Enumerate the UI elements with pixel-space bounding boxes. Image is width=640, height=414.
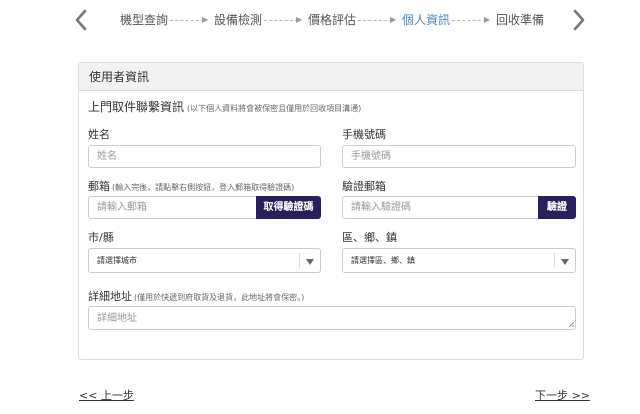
get-code-button[interactable]: 取得驗證碼 [256,196,321,219]
name-input[interactable] [88,145,321,168]
city-label: 市/縣 [88,231,114,244]
verify-button[interactable]: 驗證 [538,196,576,219]
user-info-panel: 使用者資訊 上門取件聯繫資訊 (以下個人資料將會被保密且僅用於回收項目溝通) 姓名… [78,62,584,360]
district-select-value: 請選擇區、鄉、鎮 [351,256,415,265]
email-label: 郵箱 [88,180,110,193]
arrow-right-icon: ▶ [202,15,209,24]
panel-header: 使用者資訊 [79,63,583,91]
next-step-link[interactable]: 下一步 >> [535,389,590,403]
caret-down-icon [561,259,569,265]
section-note: (以下個人資料將會被保密且僅用於回收項目溝通) [187,104,362,113]
verify-code-input[interactable] [342,196,538,219]
address-note: (僅用於快遞到府取貨及退貨，此地址將會保密。) [134,293,305,302]
address-label-row: 詳細地址 (僅用於快遞到府取貨及退貨，此地址將會保密。) [88,290,304,305]
city-select-value: 請選擇城市 [97,256,137,265]
step-connector [264,20,298,21]
email-note: (輸入完後，請點擊右側按鈕，登入郵箱取得驗證碼) [112,183,295,192]
address-textarea[interactable] [88,306,576,330]
step-connector [170,20,204,21]
phone-label: 手機號碼 [342,128,386,141]
resize-grip-icon[interactable] [568,321,574,327]
step-connector [452,20,486,21]
step-device-check: 設備檢測 [214,13,263,27]
section-title-text: 上門取件聯繫資訊 [88,100,185,114]
step-recycle-prep: 回收準備 [496,13,545,27]
city-select[interactable]: 請選擇城市 [88,248,321,273]
arrow-right-icon: ▶ [484,15,491,24]
step-navigation: 機型查詢 ▶ 設備檢測 ▶ 價格評估 ▶ 個人資訊 ▶ 回收準備 [0,0,640,40]
address-label: 詳細地址 [88,290,132,303]
step-price-estimate: 價格評估 [308,13,357,27]
district-select[interactable]: 請選擇區、鄉、鎮 [342,248,576,273]
verify-label: 驗證郵箱 [342,180,386,193]
section-title: 上門取件聯繫資訊 (以下個人資料將會被保密且僅用於回收項目溝通) [88,99,361,117]
phone-input[interactable] [342,145,576,168]
district-label: 區、鄉、鎮 [342,231,397,244]
arrow-right-icon: ▶ [390,15,397,24]
email-label-row: 郵箱 (輸入完後，請點擊右側按鈕，登入郵箱取得驗證碼) [88,180,294,195]
chevron-left-icon[interactable] [74,9,88,31]
step-model-lookup: 機型查詢 [120,13,169,27]
prev-step-link[interactable]: << 上一步 [79,389,134,403]
select-divider [554,253,555,268]
select-divider [299,253,300,268]
chevron-right-icon[interactable] [572,9,586,31]
caret-down-icon [306,259,314,265]
step-personal-info: 個人資訊 [402,13,451,27]
step-connector [358,20,392,21]
email-input[interactable] [88,196,256,219]
arrow-right-icon: ▶ [296,15,303,24]
name-label: 姓名 [88,128,110,141]
